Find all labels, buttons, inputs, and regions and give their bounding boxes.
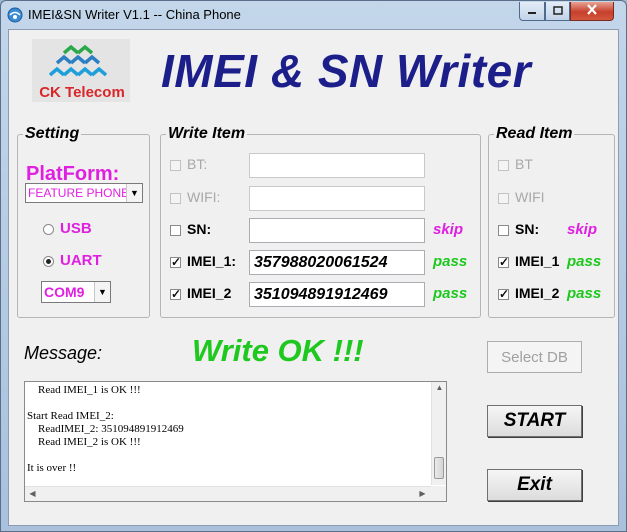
title-bar[interactable]: IMEI&SN Writer V1.1 -- China Phone <box>1 1 626 29</box>
sn-input[interactable] <box>249 218 425 243</box>
window-title: IMEI&SN Writer V1.1 -- China Phone <box>28 7 241 22</box>
maximize-icon <box>552 2 563 20</box>
setting-group: Setting PlatForm: FEATURE PHONE ▼ USB UA… <box>17 125 150 318</box>
com-port-value: COM9 <box>44 284 85 300</box>
chevron-down-icon[interactable]: ▼ <box>126 184 142 202</box>
write-bt-checkbox[interactable] <box>170 160 181 171</box>
platform-select-value: FEATURE PHONE <box>28 186 130 200</box>
write-imei1-checkbox[interactable] <box>170 255 181 269</box>
usb-radio-label[interactable]: USB <box>60 220 92 237</box>
read-bt-checkbox[interactable] <box>498 160 509 171</box>
uart-radio-label[interactable]: UART <box>60 252 102 269</box>
app-title: IMEI & SN Writer <box>161 45 532 97</box>
com-port-select[interactable]: COM9 ▼ <box>41 281 111 303</box>
write-sn-status: skip <box>433 221 464 238</box>
select-db-button[interactable]: Select DB <box>487 341 582 373</box>
scroll-left-icon[interactable]: ◀ <box>25 489 40 498</box>
app-window: IMEI&SN Writer V1.1 -- China Phone CK Te… <box>0 0 627 532</box>
write-item-group: Write Item BT: WIFI: SN: skip IMEI_1: 35… <box>160 125 481 318</box>
start-button[interactable]: START <box>487 405 582 437</box>
imei1-input[interactable]: 357988020061524 <box>249 250 425 275</box>
read-bt-label: BT <box>515 156 533 172</box>
usb-radio[interactable] <box>43 224 54 235</box>
write-wifi-checkbox[interactable] <box>170 193 181 204</box>
read-imei1-status: pass <box>567 253 602 270</box>
read-item-group-label: Read Item <box>494 125 575 143</box>
message-log-text: Read IMEI_1 is OK !!! Start Read IMEI_2:… <box>27 384 184 474</box>
write-imei2-label: IMEI_2 <box>187 285 232 301</box>
read-imei2-checkbox[interactable] <box>498 287 509 301</box>
write-imei1-status: pass <box>433 253 468 270</box>
platform-select[interactable]: FEATURE PHONE ▼ <box>25 183 143 203</box>
write-result: Write OK !!! <box>192 333 364 368</box>
logo-mark-icon <box>48 44 108 77</box>
write-imei2-checkbox[interactable] <box>170 287 181 301</box>
uart-radio[interactable] <box>43 256 54 267</box>
close-button[interactable] <box>570 2 614 21</box>
read-imei1-label: IMEI_1 <box>515 253 560 269</box>
read-sn-label: SN: <box>515 221 540 237</box>
imei2-input[interactable]: 351094891912469 <box>249 282 425 307</box>
write-sn-checkbox[interactable] <box>170 225 181 236</box>
read-sn-checkbox[interactable] <box>498 225 509 236</box>
scroll-right-icon[interactable]: ▶ <box>415 489 430 498</box>
read-wifi-label: WIFI <box>515 189 545 205</box>
close-icon <box>586 2 598 20</box>
maximize-button[interactable] <box>545 2 570 21</box>
write-wifi-label: WIFI: <box>187 189 221 205</box>
app-icon <box>7 7 23 23</box>
setting-group-label: Setting <box>23 125 82 143</box>
exit-button[interactable]: Exit <box>487 469 582 501</box>
imei2-input-value: 351094891912469 <box>254 286 388 303</box>
minimize-button[interactable] <box>519 2 545 21</box>
bt-input[interactable] <box>249 153 425 178</box>
write-imei1-label: IMEI_1: <box>187 253 237 269</box>
read-imei2-label: IMEI_2 <box>515 285 560 301</box>
imei1-input-value: 357988020061524 <box>254 254 388 271</box>
write-imei2-status: pass <box>433 285 468 302</box>
log-horizontal-scrollbar[interactable]: ◀ ▶ <box>25 486 431 501</box>
write-bt-label: BT: <box>187 156 208 172</box>
log-vertical-scrollbar[interactable]: ▲ ▼ <box>431 382 446 494</box>
exit-button-label: Exit <box>517 474 552 495</box>
read-imei1-checkbox[interactable] <box>498 255 509 269</box>
read-sn-status: skip <box>567 221 598 238</box>
client-area: CK Telecom IMEI & SN Writer Setting Plat… <box>8 29 619 526</box>
scroll-corner <box>431 486 446 501</box>
start-button-label: START <box>503 410 566 431</box>
minimize-icon <box>527 2 537 20</box>
chevron-down-icon[interactable]: ▼ <box>94 282 110 302</box>
message-label: Message: <box>24 343 103 363</box>
select-db-button-label: Select DB <box>501 348 568 366</box>
write-item-group-label: Write Item <box>166 125 248 143</box>
logo-text: CK Telecom <box>39 84 125 101</box>
read-item-group: Read Item BT WIFI SN: skip IMEI_1 pass I… <box>488 125 615 318</box>
log-scroll-thumb[interactable] <box>434 457 444 479</box>
wifi-input[interactable] <box>249 186 425 211</box>
read-imei2-status: pass <box>567 285 602 302</box>
scroll-up-icon[interactable]: ▲ <box>432 383 446 392</box>
read-wifi-checkbox[interactable] <box>498 193 509 204</box>
write-sn-label: SN: <box>187 221 212 237</box>
message-log[interactable]: Read IMEI_1 is OK !!! Start Read IMEI_2:… <box>24 381 447 502</box>
ck-telecom-logo: CK Telecom <box>32 39 130 102</box>
